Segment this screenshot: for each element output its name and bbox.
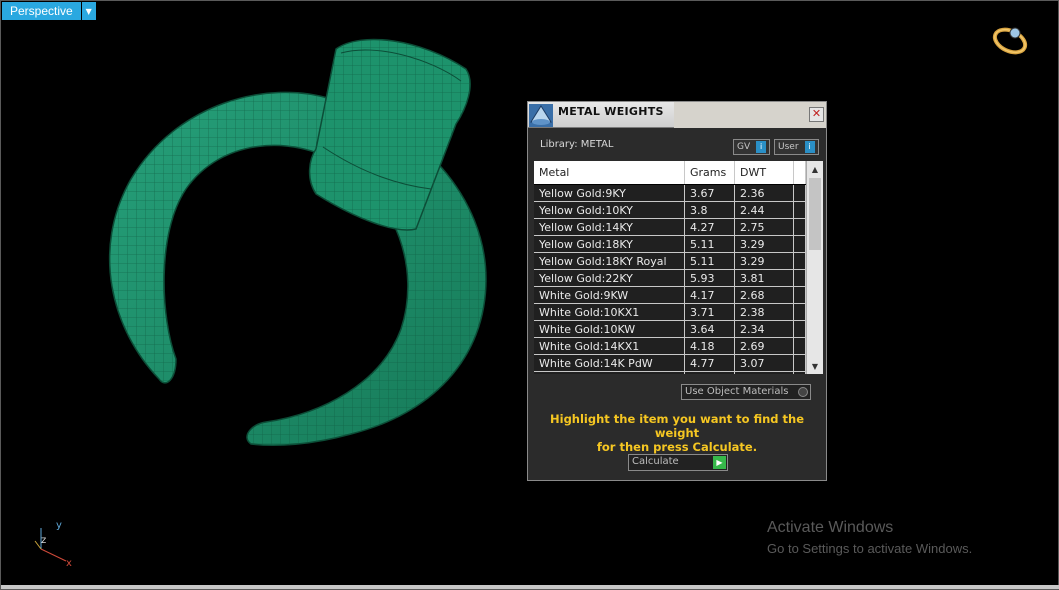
axis-y-label: y [56,520,62,531]
cell-dwt: 2.75 [735,219,794,235]
cell-metal: Yellow Gold:14KY [534,219,685,235]
view-selector[interactable]: Perspective ▼ [2,2,96,20]
play-icon: ▶ [713,456,726,469]
cell-metal: Yellow Gold:10KY [534,202,685,218]
table-scrollbar[interactable]: ▲ ▼ [806,161,823,374]
instruction-text: Highlight the item you want to find the … [528,412,826,454]
axis-x-label: x [66,558,72,569]
use-object-materials-checkbox[interactable]: Use Object Materials [681,384,811,400]
scrollbar-thumb[interactable] [809,178,821,250]
instruction-line-2: for then press Calculate. [596,440,758,454]
axes-gizmo: y z x [34,520,72,569]
windows-activation-watermark: Activate Windows Go to Settings to activ… [767,519,972,556]
cell-dwt: 2.68 [735,287,794,303]
library-label: Library: METAL [540,139,614,150]
cell-dwt: 2.38 [735,304,794,320]
instruction-line-1: Highlight the item you want to find the … [550,412,804,440]
gv-library-button[interactable]: GV i [733,139,770,155]
panel-header[interactable]: METAL WEIGHTS ✕ [528,102,826,128]
info-icon: i [756,141,767,153]
cell-grams: 3.67 [685,185,735,201]
table-row[interactable]: White Gold:10KX1 3.71 2.38 [534,304,806,321]
column-header-grams[interactable]: Grams [685,161,735,184]
use-object-materials-label: Use Object Materials [685,386,789,397]
panel-title: METAL WEIGHTS [558,105,664,118]
cell-metal: Yellow Gold:18KY [534,236,685,252]
table-row[interactable]: White Gold:10KW 3.64 2.34 [534,321,806,338]
cell-grams: 5.11 [685,236,735,252]
column-header-metal[interactable]: Metal [534,161,685,184]
cell-dwt: 2.34 [735,321,794,337]
cell-grams: 5.11 [685,253,735,269]
user-label: User [778,142,799,152]
watermark-subtitle: Go to Settings to activate Windows. [767,541,973,556]
cell-metal: White Gold:14KX1 [534,338,685,354]
table-row[interactable]: Yellow Gold:14KY 4.27 2.75 [534,219,806,236]
cell-metal: Yellow Gold:18KY Royal [534,253,685,269]
3d-viewport[interactable]: Perspective ▼ y z x Activate Windows Go … [0,0,1059,590]
cell-grams: 3.8 [685,202,735,218]
scroll-down-icon[interactable]: ▼ [807,359,823,374]
cell-grams: 3.71 [685,304,735,320]
table-row[interactable]: White Gold:9KW 4.17 2.68 [534,287,806,304]
axis-z-label: z [41,535,46,546]
cell-dwt: 3.07 [735,355,794,371]
viewport-bottom-border [1,585,1059,589]
cell-metal: Yellow Gold:22KY [534,270,685,286]
gv-label: GV [737,142,751,152]
cell-dwt: 2.39 [735,372,794,374]
calculate-button[interactable]: Calculate ▶ [628,454,728,471]
view-label[interactable]: Perspective [2,2,81,20]
cell-dwt: 2.44 [735,202,794,218]
cell-dwt: 3.81 [735,270,794,286]
table-row[interactable]: White Gold:14KX1 4.18 2.69 [534,338,806,355]
table-row[interactable]: Yellow Gold:18KY Royal 5.11 3.29 [534,253,806,270]
scroll-up-icon[interactable]: ▲ [807,162,823,177]
watermark-title: Activate Windows [767,519,894,536]
cell-grams: 4.77 [685,355,735,371]
cell-metal: White Gold:9KW [534,287,685,303]
cell-grams: 3.71 [685,372,735,374]
cell-dwt: 2.36 [735,185,794,201]
table-body: Yellow Gold:9KY 3.67 2.36 Yellow Gold:10KY 3… [534,185,806,374]
calculate-label: Calculate [632,456,679,467]
cell-dwt: 2.69 [735,338,794,354]
table-header: Metal Grams DWT [534,161,806,184]
table-row[interactable]: Yellow Gold:10KY 3.8 2.44 [534,202,806,219]
chevron-down-icon[interactable]: ▼ [81,2,96,20]
cell-grams: 3.64 [685,321,735,337]
info-icon: i [804,141,815,153]
cell-grams: 5.93 [685,270,735,286]
cell-metal: White Gold:10KX1 [534,304,685,320]
metal-weights-logo-icon [529,104,553,127]
cell-metal: White Gold:10KW [534,321,685,337]
cell-metal: White Gold:14K PdW [534,355,685,371]
cell-metal: Yellow Gold:9KY [534,185,685,201]
cell-dwt: 3.29 [735,236,794,252]
checkbox-indicator-icon [798,387,808,397]
pendant-model[interactable] [91,29,501,459]
user-library-button[interactable]: User i [774,139,819,155]
table-row[interactable]: White Gold:14K PdW 4.77 3.07 [534,355,806,372]
cell-dwt: 3.29 [735,253,794,269]
cell-grams: 4.17 [685,287,735,303]
cell-metal: White Gold:14KW [534,372,685,374]
close-icon[interactable]: ✕ [809,107,824,122]
table-row[interactable]: White Gold:14KW3.712.39 [534,372,806,374]
ring-nav-icon[interactable] [989,21,1031,57]
table-row[interactable]: Yellow Gold:9KY 3.67 2.36 [534,185,806,202]
column-header-dwt[interactable]: DWT [735,161,794,184]
metal-weights-panel[interactable]: METAL WEIGHTS ✕ Library: METAL GV i User… [527,101,827,481]
table-row[interactable]: Yellow Gold:18KY 5.11 3.29 [534,236,806,253]
cell-grams: 4.27 [685,219,735,235]
metal-table[interactable]: Metal Grams DWT Yellow Gold:9KY 3.67 2.36 Y… [534,161,823,374]
table-row[interactable]: Yellow Gold:22KY 5.93 3.81 [534,270,806,287]
cell-grams: 4.18 [685,338,735,354]
